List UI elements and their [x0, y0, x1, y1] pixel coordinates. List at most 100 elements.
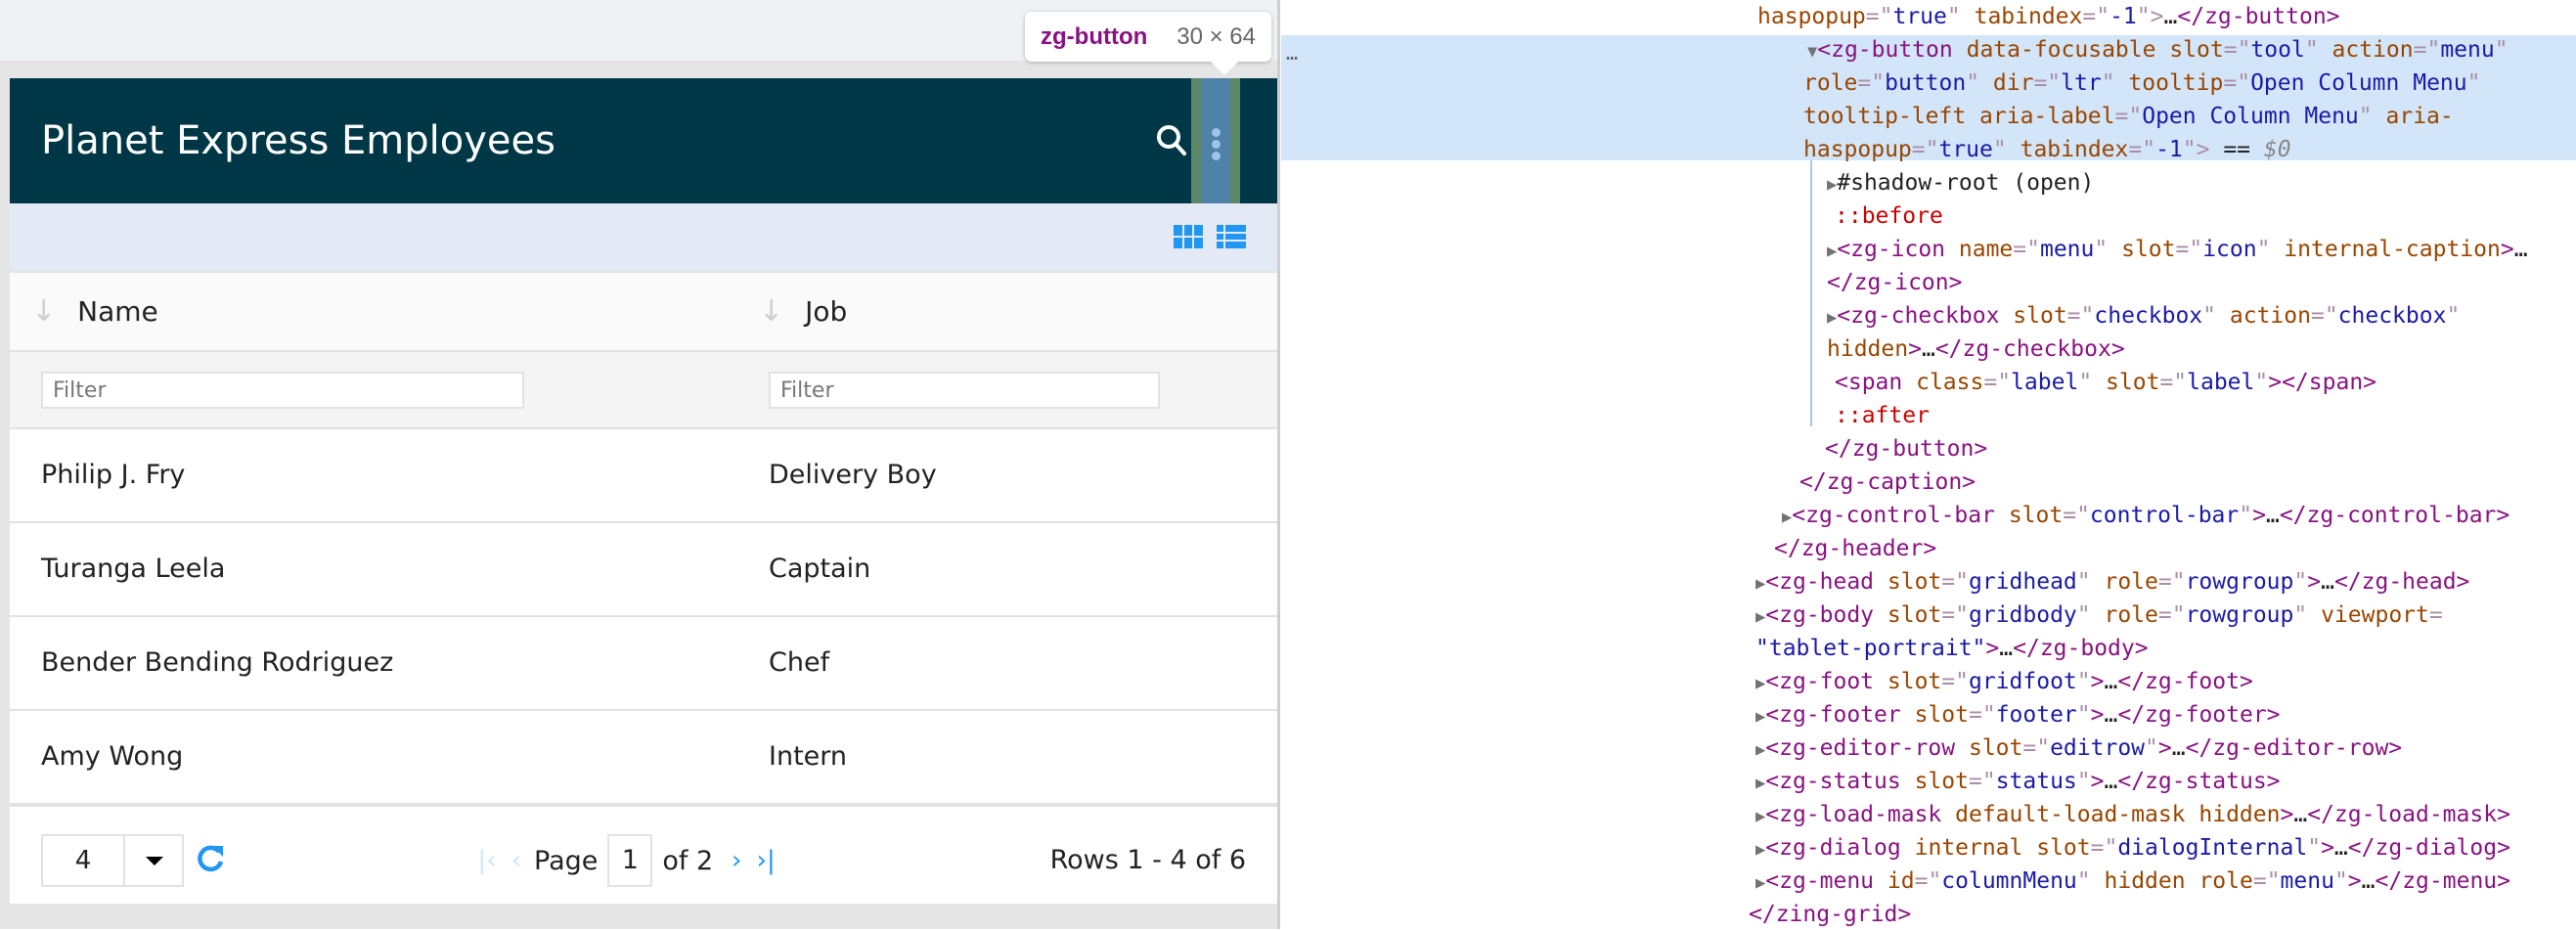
- job-filter-input[interactable]: [769, 372, 1160, 409]
- table-row[interactable]: Turanga Leela Captain: [10, 523, 1277, 617]
- code-token: =": [1911, 137, 1939, 162]
- grid-title: Planet Express Employees: [41, 118, 555, 163]
- sort-arrow-icon[interactable]: ↓: [759, 294, 783, 329]
- dom-node-line[interactable]: haspopup="true" tabindex="-1"> == $0: [1803, 133, 2291, 166]
- current-page-input[interactable]: 1: [607, 834, 653, 887]
- dom-node-line[interactable]: haspopup="true" tabindex="-1">…</zg-butt…: [1757, 0, 2340, 33]
- code-token: <zg-dialog: [1765, 835, 1901, 861]
- collapse-triangle-icon[interactable]: ▼: [1807, 42, 1817, 62]
- code-token: ": [2333, 868, 2348, 894]
- last-page-icon[interactable]: ›|: [754, 846, 777, 875]
- dom-node-line[interactable]: role="button" dir="ltr" tooltip="Open Co…: [1803, 66, 2480, 100]
- dom-node-line[interactable]: ▶#shadow-root (open): [1827, 166, 2094, 200]
- devtools-elements-panel: … haspopup="true" tabindex="-1">…</zg-bu…: [1280, 0, 2576, 929]
- expand-triangle-icon[interactable]: ▶: [1755, 607, 1765, 627]
- column-header-name[interactable]: ↓ Name: [31, 273, 158, 350]
- code-token: …: [2171, 735, 2186, 761]
- column-menu-button[interactable]: [1201, 78, 1230, 203]
- cell-name: Bender Bending Rodriguez: [41, 647, 394, 678]
- code-token: ": [2446, 303, 2461, 329]
- dom-node-line[interactable]: ▶<zg-icon name="menu" slot="icon" intern…: [1827, 233, 2528, 266]
- first-page-icon[interactable]: |‹: [475, 846, 499, 875]
- expand-triangle-icon[interactable]: ▶: [1755, 807, 1765, 826]
- code-token: ": [2466, 70, 2481, 96]
- dom-node-line[interactable]: ▶<zg-menu id="columnMenu" hidden role="m…: [1755, 864, 2510, 898]
- expand-triangle-icon[interactable]: ▶: [1827, 242, 1837, 261]
- dom-node-line[interactable]: </zing-grid>: [1749, 898, 1911, 931]
- dom-node-line[interactable]: ▶<zg-control-bar slot="control-bar">…</z…: [1782, 499, 2509, 532]
- code-token: =": [2082, 4, 2110, 29]
- expand-triangle-icon[interactable]: ▶: [1755, 674, 1765, 693]
- code-token: >: [2252, 503, 2266, 528]
- expand-triangle-icon[interactable]: ▶: [1755, 840, 1765, 860]
- reload-button[interactable]: [194, 842, 227, 875]
- dom-node-line[interactable]: ▼<zg-button data-focusable slot="tool" a…: [1807, 33, 2509, 66]
- dom-node-line[interactable]: </zg-header>: [1774, 532, 1936, 565]
- dom-node-line[interactable]: ▶<zg-load-mask default-load-mask hidden>…: [1755, 798, 2510, 831]
- code-token: </zg-editor-row>: [2185, 735, 2403, 761]
- dom-node-line[interactable]: ▶<zg-editor-row slot="editrow">…</zg-edi…: [1755, 732, 2402, 765]
- code-token: =": [1914, 868, 1942, 894]
- dropdown-arrow-icon[interactable]: [125, 836, 182, 885]
- code-token: ": [2293, 569, 2308, 595]
- expand-triangle-icon[interactable]: ▶: [1827, 175, 1837, 195]
- dom-node-line[interactable]: ::after: [1835, 399, 1930, 432]
- code-token: …: [2163, 4, 2178, 29]
- code-token: ": [2293, 602, 2308, 628]
- next-page-icon[interactable]: ›: [725, 846, 748, 875]
- column-header-job[interactable]: ↓ Job: [759, 273, 847, 350]
- page-label: Page: [534, 845, 599, 876]
- dom-node-line[interactable]: ▶<zg-body slot="gridbody" role="rowgroup…: [1755, 598, 2443, 632]
- dom-node-line[interactable]: </zg-icon>: [1827, 266, 1962, 299]
- grid-view-icon[interactable]: [1174, 225, 1203, 248]
- menu-icon-dot: [1212, 128, 1221, 137]
- page-size-select[interactable]: 4: [41, 834, 184, 887]
- dom-node-line[interactable]: ▶<zg-status slot="status">…</zg-status>: [1755, 765, 2281, 798]
- dom-node-line[interactable]: ::before: [1835, 200, 1943, 233]
- dom-node-line[interactable]: hidden>…</zg-checkbox>: [1827, 332, 2125, 366]
- list-view-icon[interactable]: [1217, 225, 1246, 248]
- dom-node-line[interactable]: ▶<zg-footer slot="footer">…</zg-footer>: [1755, 698, 2281, 732]
- dom-node-line[interactable]: tooltip-left aria-label="Open Column Men…: [1803, 100, 2454, 133]
- table-row[interactable]: Bender Bending Rodriguez Chef: [10, 617, 1277, 711]
- code-token: =": [1865, 4, 1893, 29]
- expand-triangle-icon[interactable]: ▶: [1755, 774, 1765, 793]
- cell-name: Philip J. Fry: [41, 460, 186, 490]
- code-token: <zg-head: [1765, 569, 1875, 595]
- expand-triangle-icon[interactable]: ▶: [1755, 574, 1765, 594]
- expand-triangle-icon[interactable]: ▶: [1755, 707, 1765, 727]
- dom-node-line[interactable]: ▶<zg-dialog internal slot="dialogInterna…: [1755, 831, 2510, 864]
- cell-name: Turanga Leela: [41, 554, 226, 584]
- dom-node-line[interactable]: </zg-button>: [1825, 432, 1987, 466]
- dom-node-line[interactable]: </zg-caption>: [1799, 466, 1976, 499]
- expand-triangle-icon[interactable]: ▶: [1755, 740, 1765, 760]
- expand-triangle-icon[interactable]: ▶: [1782, 508, 1792, 527]
- sort-arrow-icon[interactable]: ↓: [31, 294, 56, 329]
- code-token: Open Column Menu: [2250, 70, 2467, 96]
- code-token: =": [2022, 735, 2051, 761]
- code-token: ltr: [2061, 70, 2102, 96]
- code-token: rowgroup: [2185, 602, 2294, 628]
- name-filter-input[interactable]: [41, 372, 524, 409]
- code-token: >: [1908, 336, 1922, 362]
- dom-node-line[interactable]: ▶<zg-checkbox slot="checkbox" action="ch…: [1827, 299, 2460, 332]
- dom-node-line[interactable]: ▶<zg-head slot="gridhead" role="rowgroup…: [1755, 565, 2469, 598]
- expand-triangle-icon[interactable]: ▶: [1827, 308, 1837, 328]
- code-token: =": [1857, 70, 1886, 96]
- dom-node-line[interactable]: <span class="label" slot="label"></span>: [1835, 366, 2376, 399]
- code-token: ": [2076, 868, 2091, 894]
- prev-page-icon[interactable]: ‹: [505, 846, 528, 875]
- more-options-icon[interactable]: …: [1286, 41, 1298, 65]
- dom-node-line[interactable]: "tablet-portrait">…</zg-body>: [1755, 632, 2149, 665]
- table-row[interactable]: Amy Wong Intern: [10, 711, 1277, 805]
- table-row[interactable]: Philip J. Fry Delivery Boy: [10, 429, 1277, 523]
- search-button[interactable]: [1152, 121, 1191, 160]
- expand-triangle-icon[interactable]: ▶: [1755, 873, 1765, 893]
- cell-job: Intern: [769, 741, 848, 772]
- code-token: >: [2347, 868, 2362, 894]
- dom-node-line[interactable]: ▶<zg-foot slot="gridfoot">…</zg-foot>: [1755, 665, 2253, 698]
- code-token: hidden: [2198, 802, 2281, 827]
